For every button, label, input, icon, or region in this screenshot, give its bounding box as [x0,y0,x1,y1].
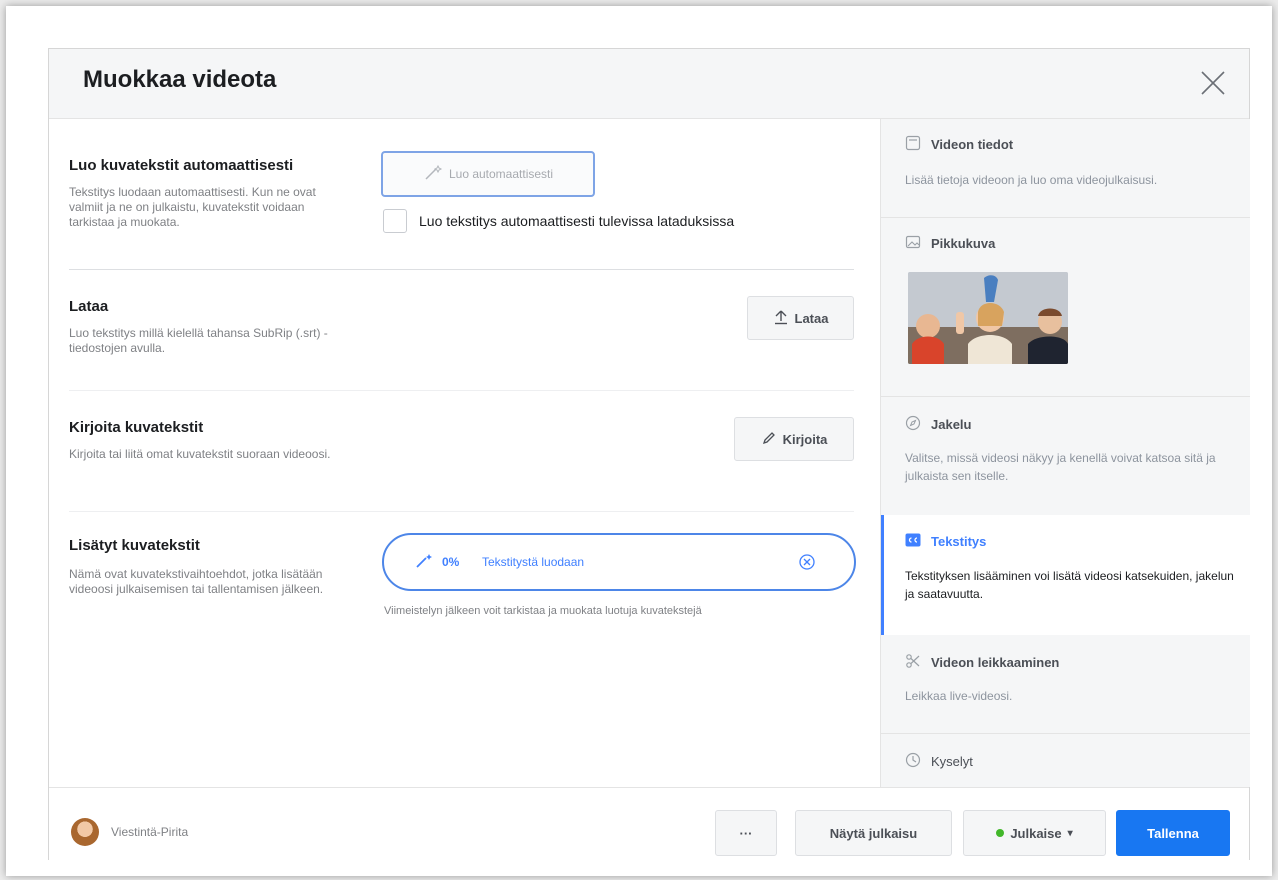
added-captions-description: Nämä ovat kuvatekstivaihtoehdot, jotka l… [69,567,324,596]
clock-icon [905,752,921,771]
sidebar-item-subtitles[interactable]: Tekstitys Tekstityksen lisääminen voi li… [881,515,1250,635]
chevron-down-icon: ▾ [1067,827,1073,839]
magic-wand-icon [414,552,434,575]
publish-button[interactable]: Julkaise ▾ [963,810,1106,856]
dialog-header: Muokkaa videota [49,49,1249,119]
added-captions-title: Lisätyt kuvatekstit [69,537,200,554]
edit-video-dialog: Muokkaa videota Luo kuvatekstit automaat… [48,48,1250,861]
captions-icon [905,533,921,550]
video-info-title: Videon tiedot [931,137,1014,152]
more-options-button[interactable]: ··· [715,810,777,856]
dialog-footer: Viestintä-Pirita ··· Näytä julkaisu Julk… [49,787,1249,861]
compass-icon [905,415,921,434]
status-dot-icon [996,829,1005,837]
preview-post-label: Näytä julkaisu [829,825,918,841]
sidebar-item-thumbnail[interactable]: Pikkukuva [881,218,1250,396]
avatar [71,818,99,846]
video-thumbnail[interactable] [908,272,1068,364]
progress-note: Viimeistelyn jälkeen voit tarkistaa ja m… [384,605,702,617]
sidebar-item-distribution[interactable]: Jakelu Valitse, missä videosi näkyy ja k… [881,397,1250,515]
distribution-title: Jakelu [931,417,972,432]
added-captions-section: Lisätyt kuvatekstit Nämä ovat kuvateksti… [69,119,856,787]
caption-generation-progress: 0% Tekstitystä luodaan [382,533,856,591]
progress-status-text: Tekstitystä luodaan [482,555,585,569]
edit-sidebar: Videon tiedot Lisää tietoja videoon ja l… [880,119,1250,787]
image-icon [905,234,921,253]
scissors-icon [905,653,921,672]
distribution-description: Valitse, missä videosi näkyy ja kenellä … [905,451,1216,483]
sidebar-item-video-info[interactable]: Videon tiedot Lisää tietoja videoon ja l… [881,119,1250,217]
cancel-icon[interactable] [798,553,816,576]
dialog-title: Muokkaa videota [83,66,277,93]
sidebar-item-trimming[interactable]: Videon leikkaaminen Leikkaa live-videosi… [881,635,1250,733]
screenshot-frame: Muokkaa videota Luo kuvatekstit automaat… [6,6,1272,876]
video-info-description: Lisää tietoja videoon ja luo oma videoju… [905,173,1158,187]
preview-post-button[interactable]: Näytä julkaisu [795,810,952,856]
publish-label: Julkaise [1010,825,1062,841]
page-name: Viestintä-Pirita [111,825,189,839]
close-icon[interactable] [1199,69,1227,97]
subtitles-title: Tekstitys [931,534,987,549]
save-button[interactable]: Tallenna [1116,810,1230,856]
save-label: Tallenna [1147,825,1199,841]
sidebar-item-polls[interactable]: Kyselyt [881,734,1250,787]
thumbnail-title: Pikkukuva [931,236,996,251]
trimming-description: Leikkaa live-videosi. [905,689,1013,703]
progress-percent: 0% [442,555,460,569]
more-icon: ··· [739,825,753,841]
captions-panel: Luo kuvatekstit automaattisesti Tekstity… [69,119,856,787]
trimming-title: Videon leikkaaminen [931,655,1060,670]
polls-title: Kyselyt [931,754,973,769]
video-info-icon [905,135,921,154]
subtitles-description: Tekstityksen lisääminen voi lisätä video… [905,569,1234,601]
